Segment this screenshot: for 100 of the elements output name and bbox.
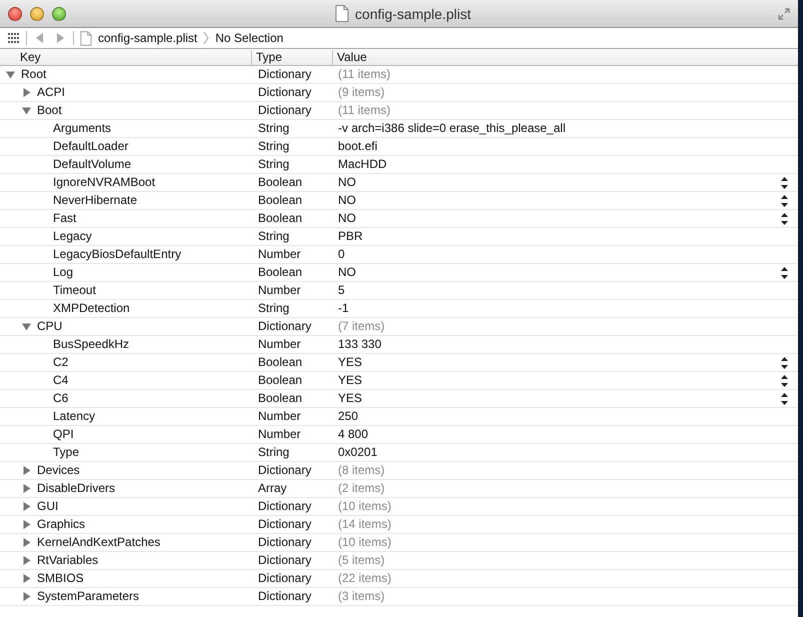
key-cell: C2 [53,354,68,371]
zoom-button[interactable] [52,6,66,20]
key-cell: Arguments [53,120,112,137]
type-cell: Boolean [258,175,302,189]
key-cell: XMPDetection [53,300,130,317]
value-cell: NO [338,210,356,227]
expand-triangle-icon[interactable] [22,538,31,547]
key-cell: Log [53,264,74,281]
type-cell: Boolean [258,391,302,405]
forward-icon[interactable] [56,33,64,43]
value-cell: MacHDD [338,156,387,173]
key-cell: LegacyBiosDefaultEntry [53,246,182,263]
value-cell: -v arch=i386 slide=0 erase_this_please_all [338,120,566,137]
key-cell: Latency [53,408,96,425]
column-header[interactable]: Key [0,50,252,65]
type-cell: Number [258,283,301,297]
value-cell: (14 items) [338,516,392,533]
type-cell: String [258,157,290,171]
key-cell: SMBIOS [37,570,84,587]
type-cell: Boolean [258,373,302,387]
value-cell: (9 items) [338,84,385,101]
value-cell: NO [338,174,356,191]
key-cell: DisableDrivers [37,480,116,497]
value-cell: NO [338,264,356,281]
stepper-icon[interactable] [781,176,788,190]
expand-triangle-icon[interactable] [22,466,31,475]
value-cell: (5 items) [338,552,385,569]
stepper-icon[interactable] [781,266,788,280]
value-cell: boot.efi [338,138,378,155]
collapse-triangle-icon[interactable] [22,106,31,115]
expand-triangle-icon[interactable] [22,556,31,565]
expand-triangle-icon[interactable] [22,502,31,511]
key-cell: SystemParameters [37,588,140,605]
type-cell: Dictionary [258,499,312,513]
value-cell: (11 items) [338,66,390,83]
file-breadcrumb[interactable]: config-sample.plist [98,31,198,45]
window-title: config-sample.plist [355,6,471,22]
key-cell: NeverHibernate [53,192,138,209]
column-header[interactable]: Value [333,50,798,65]
key-cell: DefaultLoader [53,138,128,155]
key-cell: QPI [53,426,74,443]
type-cell: String [258,139,290,153]
key-cell: Graphics [37,516,86,533]
key-cell: Timeout [53,282,96,299]
type-cell: Array [258,481,287,495]
value-cell: 0 [338,246,345,263]
value-cell: 0x0201 [338,444,378,461]
fullscreen-icon[interactable] [778,8,790,20]
type-cell: String [258,229,290,243]
key-cell: C6 [53,390,68,407]
type-cell: String [258,445,290,459]
key-cell: GUI [37,498,58,515]
type-cell: String [258,121,290,135]
type-cell: Boolean [258,193,302,207]
key-cell: Devices [37,462,80,479]
value-cell: PBR [338,228,363,245]
type-cell: String [258,301,290,315]
value-cell: (3 items) [338,588,385,605]
expand-triangle-icon[interactable] [22,574,31,583]
stepper-icon[interactable] [781,212,788,226]
key-cell: Boot [37,102,62,119]
close-button[interactable] [8,6,22,20]
key-cell: C4 [53,372,68,389]
type-cell: Dictionary [258,571,312,585]
value-cell: 250 [338,408,358,425]
expand-triangle-icon[interactable] [22,88,31,97]
document-icon [335,5,350,22]
grid-icon[interactable] [8,33,20,43]
value-cell: (7 items) [338,318,385,335]
document-icon [80,30,92,46]
value-cell: (10 items) [338,534,392,551]
type-cell: Number [258,337,301,351]
value-cell: (2 items) [338,480,385,497]
expand-triangle-icon[interactable] [22,520,31,529]
type-cell: Dictionary [258,103,312,117]
key-cell: KernelAndKextPatches [37,534,160,551]
value-cell: (10 items) [338,498,392,515]
column-header[interactable]: Type [252,50,333,65]
value-cell: 5 [338,282,345,299]
key-cell: RtVariables [37,552,98,569]
expand-triangle-icon[interactable] [22,484,31,493]
type-cell: Dictionary [258,553,312,567]
stepper-icon[interactable] [781,392,788,406]
collapse-triangle-icon[interactable] [6,70,15,79]
collapse-triangle-icon[interactable] [22,322,31,331]
type-cell: Dictionary [258,463,312,477]
stepper-icon[interactable] [781,356,788,370]
minimize-button[interactable] [30,6,44,20]
value-cell: YES [338,390,362,407]
type-cell: Dictionary [258,319,312,333]
selection-breadcrumb[interactable]: No Selection [215,31,284,45]
type-cell: Dictionary [258,67,312,81]
key-cell: Legacy [53,228,92,245]
key-cell: Root [21,66,46,83]
expand-triangle-icon[interactable] [22,592,31,601]
stepper-icon[interactable] [781,194,788,208]
chevron-icon [203,31,210,45]
back-icon[interactable] [36,33,44,43]
stepper-icon[interactable] [781,374,788,388]
value-cell: (8 items) [338,462,385,479]
